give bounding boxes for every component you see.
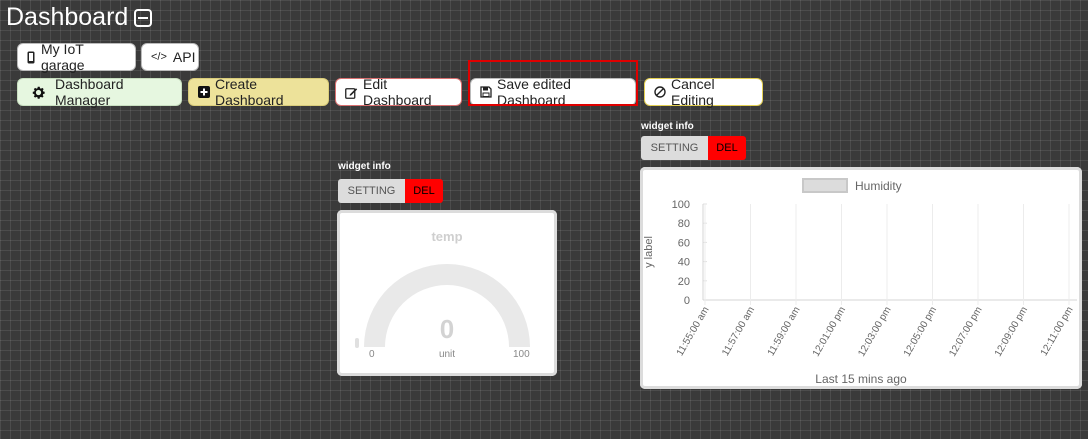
legend-swatch <box>802 178 848 193</box>
collapse-icon[interactable] <box>134 8 153 27</box>
y-tick-label: 20 <box>678 276 690 288</box>
gauge-value: 0 <box>439 314 455 344</box>
gauge-max-label: 100 <box>513 349 530 360</box>
legend-label: Humidity <box>855 179 902 193</box>
dashboard-manager-button[interactable]: Dashboard Manager <box>17 76 182 108</box>
cancel-editing-label: Cancel Editing <box>671 76 715 108</box>
line-chart-widget: Humidity 100 80 60 40 20 0 y label 11:55:00 am 11… <box>640 167 1082 389</box>
ban-icon <box>654 86 666 98</box>
code-icon: </> <box>151 51 167 63</box>
setting-button[interactable]: SETTING <box>338 179 405 203</box>
y-axis-label: y label <box>643 236 655 268</box>
setting-button[interactable]: SETTING <box>641 136 708 160</box>
cancel-editing-button[interactable]: Cancel Editing <box>644 76 763 108</box>
gear-icon <box>31 85 46 100</box>
y-tick-label: 80 <box>678 218 690 230</box>
x-tick-label: 11:57:00 am <box>720 305 757 358</box>
widget-controls: SETTING DEL <box>338 179 443 203</box>
api-label: API <box>172 49 196 65</box>
page-title: Dashboard <box>6 3 153 32</box>
dashboard-manager-label: Dashboard Manager <box>55 76 124 108</box>
x-tick-label: 12:09:00 pm <box>993 305 1030 359</box>
my-iot-garage-button[interactable]: My IoT garage <box>17 41 136 73</box>
chart-footer: Last 15 mins ago <box>815 372 907 386</box>
y-tick-label: 40 <box>678 257 690 269</box>
edit-dashboard-label: Edit Dashboard <box>363 76 432 108</box>
y-tick-label: 100 <box>672 199 690 211</box>
edit-dashboard-button[interactable]: Edit Dashboard <box>335 76 462 108</box>
create-dashboard-button[interactable]: Create Dashboard <box>188 76 329 108</box>
edit-icon <box>345 86 358 99</box>
page-title-text: Dashboard <box>6 3 129 31</box>
api-button[interactable]: </> API <box>141 43 199 71</box>
humidity-chart: Humidity100806040200y label11:55:00 am 11… <box>643 178 1077 359</box>
widget-info-label: widget info <box>338 161 391 172</box>
delete-button[interactable]: DEL <box>405 179 443 203</box>
x-tick-label: 12:01:00 pm <box>811 305 848 359</box>
plus-square-icon <box>198 86 210 98</box>
device-icon <box>27 51 35 64</box>
y-tick-label: 0 <box>684 295 690 307</box>
x-tick-label: 11:55:00 am <box>675 305 712 358</box>
x-tick-label: 12:03:00 pm <box>856 305 893 359</box>
widget-info-label: widget info <box>641 121 694 132</box>
widget-controls: SETTING DEL <box>641 136 746 160</box>
x-tick-label: 12:07:00 pm <box>947 305 984 359</box>
x-tick-label: 11:59:00 am <box>766 305 803 358</box>
delete-button[interactable]: DEL <box>708 136 746 160</box>
gauge-widget: temp 0 0 unit 100 <box>337 210 557 376</box>
highlight-box <box>468 60 638 106</box>
y-tick-label: 60 <box>678 237 690 249</box>
create-dashboard-label: Create Dashboard <box>215 76 284 108</box>
my-iot-garage-label: My IoT garage <box>41 41 85 73</box>
x-tick-label: 12:11:00 pm <box>1039 305 1076 358</box>
x-tick-label: 12:05:00 pm <box>902 305 939 359</box>
